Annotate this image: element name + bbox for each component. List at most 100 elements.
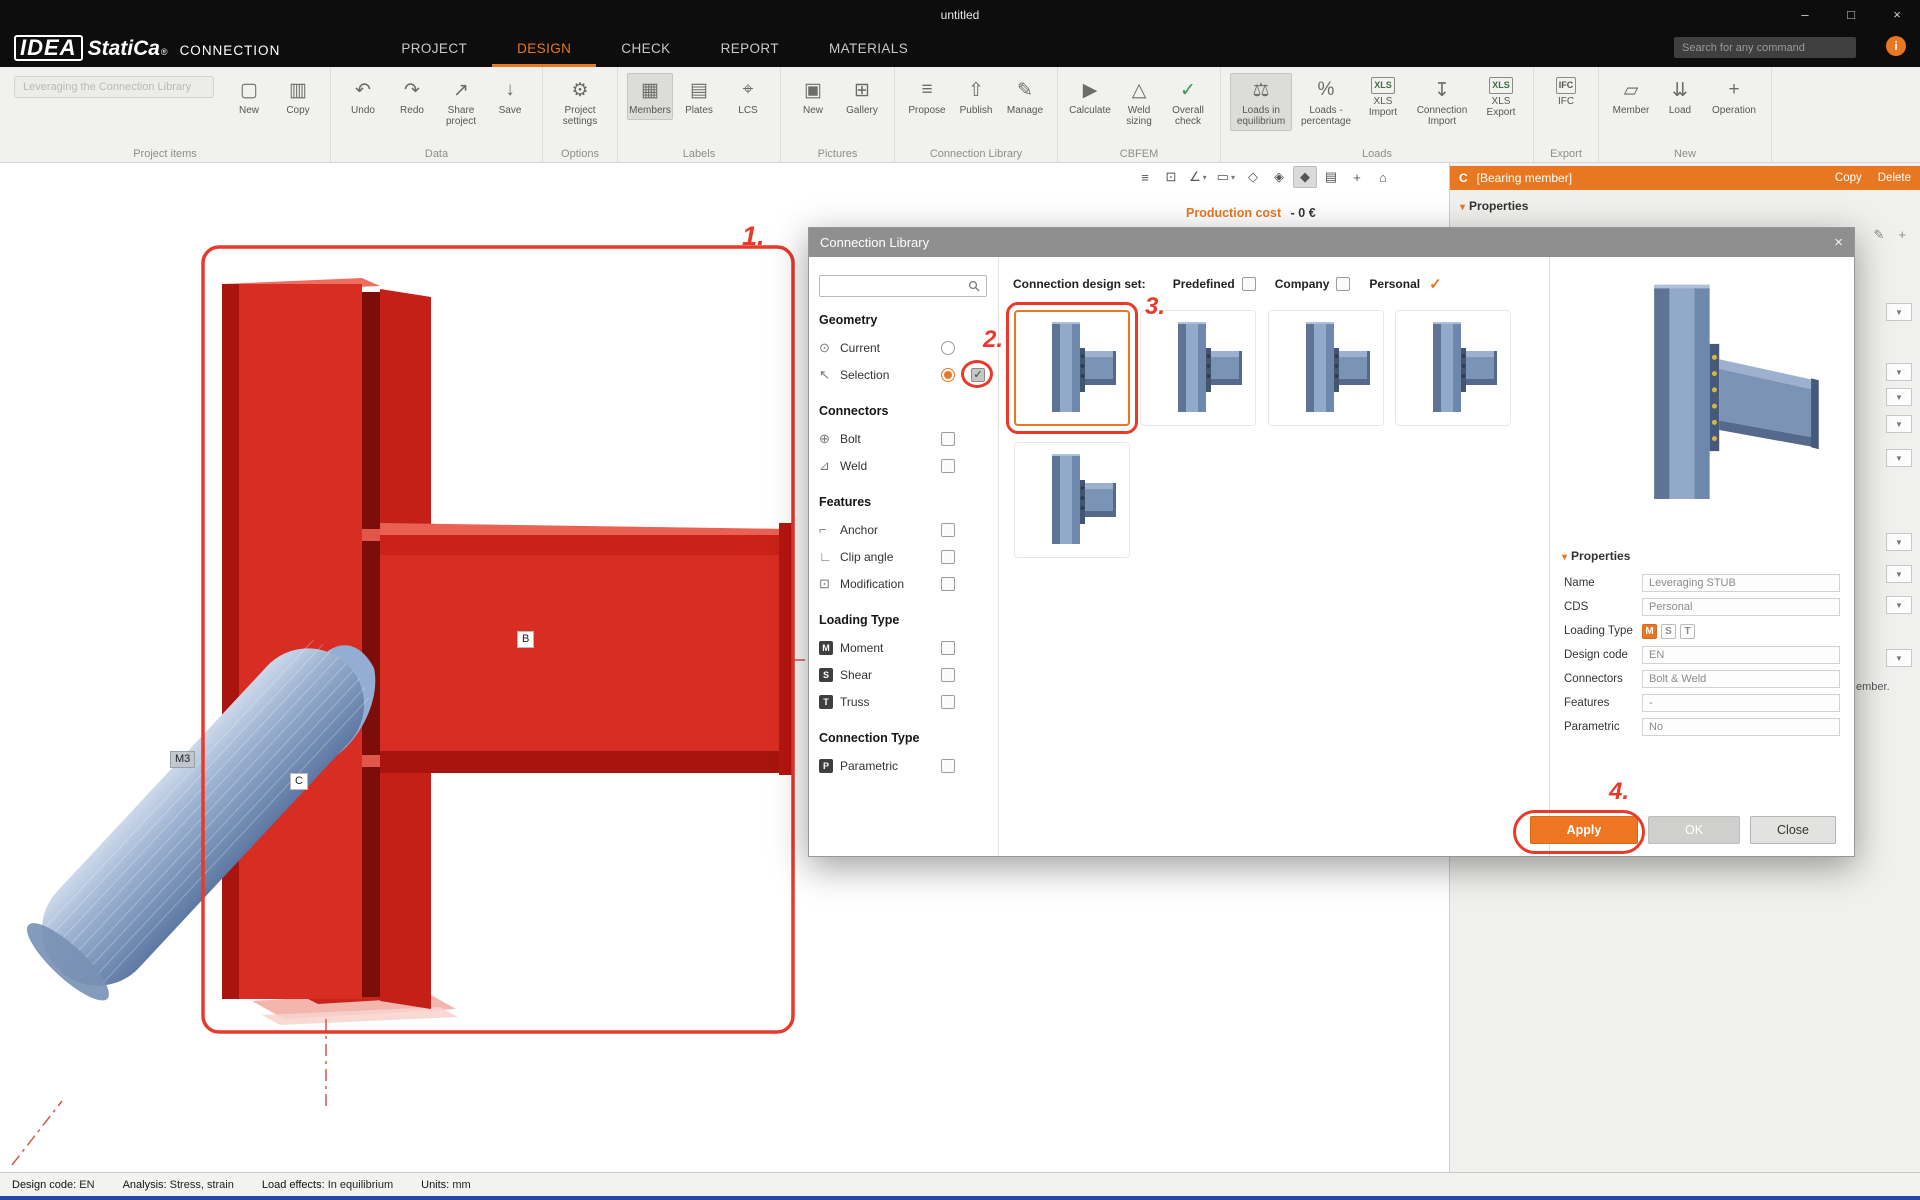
propose-button[interactable]: ≡ Propose bbox=[904, 73, 950, 120]
filter-parametric[interactable]: P Parametric bbox=[819, 752, 988, 779]
section-view-icon[interactable]: ≡ bbox=[1133, 166, 1157, 188]
filter-modification[interactable]: ⊡ Modification bbox=[819, 570, 988, 597]
connection-thumbnail-2[interactable] bbox=[1140, 310, 1256, 426]
view-transparent-icon[interactable]: ▤ bbox=[1319, 166, 1343, 188]
close-button[interactable]: × bbox=[1874, 0, 1920, 29]
gallery-button[interactable]: ⊞ Gallery bbox=[839, 73, 885, 120]
connection-thumbnail-1[interactable] bbox=[1014, 310, 1130, 426]
parametric-checkbox[interactable] bbox=[941, 759, 955, 773]
delete-member-button[interactable]: Delete bbox=[1878, 172, 1911, 184]
save-button[interactable]: ↓ Save bbox=[487, 73, 533, 120]
info-icon[interactable]: i bbox=[1886, 36, 1906, 56]
member-label-m3[interactable]: M3 bbox=[170, 751, 195, 768]
copy-button[interactable]: ▥ Copy bbox=[275, 73, 321, 120]
filter-bolt[interactable]: ⊕ Bolt bbox=[819, 425, 988, 452]
home-view-icon[interactable]: ⌂ bbox=[1371, 166, 1395, 188]
property-dropdown[interactable]: ▼ bbox=[1886, 415, 1912, 433]
publish-button[interactable]: ⇧ Publish bbox=[953, 73, 999, 120]
xls-export-button[interactable]: XLS XLS Export bbox=[1478, 73, 1524, 122]
tab-design[interactable]: DESIGN bbox=[492, 29, 596, 67]
design-set-predefined-label[interactable]: Predefined bbox=[1173, 277, 1235, 291]
filter-moment[interactable]: M Moment bbox=[819, 634, 988, 661]
new-operation-button[interactable]: + Operation bbox=[1706, 73, 1762, 120]
members-labels-toggle[interactable]: ▦ Members bbox=[627, 73, 673, 120]
bolt-checkbox[interactable] bbox=[941, 432, 955, 446]
undo-button[interactable]: ↶ Undo bbox=[340, 73, 386, 120]
maximize-button[interactable]: □ bbox=[1828, 0, 1874, 29]
selection-mode-icon[interactable]: ▭▾ bbox=[1213, 166, 1239, 188]
chevron-down-icon[interactable]: ▾ bbox=[1562, 552, 1567, 563]
new-load-button[interactable]: ⇊ Load bbox=[1657, 73, 1703, 120]
overall-check-button[interactable]: ✓ Overall check bbox=[1165, 73, 1211, 131]
filter-anchor[interactable]: ⌐ Anchor bbox=[819, 516, 988, 543]
redo-button[interactable]: ↷ Redo bbox=[389, 73, 435, 120]
tab-report[interactable]: REPORT bbox=[696, 29, 804, 67]
filter-current[interactable]: ⊙ Current bbox=[819, 334, 988, 361]
loads-in-equilibrium-toggle[interactable]: ⚖ Loads in equilibrium bbox=[1230, 73, 1292, 131]
property-dropdown[interactable]: ▼ bbox=[1886, 565, 1912, 583]
copy-member-button[interactable]: Copy bbox=[1835, 172, 1862, 184]
connection-import-button[interactable]: ↧ Connection Import bbox=[1409, 73, 1475, 131]
dialog-title-bar[interactable]: Connection Library × bbox=[809, 228, 1854, 257]
shear-checkbox[interactable] bbox=[941, 668, 955, 682]
library-search-input[interactable] bbox=[826, 280, 968, 292]
close-dialog-button[interactable]: Close bbox=[1750, 816, 1836, 844]
calculate-button[interactable]: ▶ Calculate bbox=[1067, 73, 1113, 120]
filter-truss[interactable]: T Truss bbox=[819, 688, 988, 715]
personal-check-icon[interactable]: ✓ bbox=[1429, 275, 1442, 293]
property-dropdown[interactable]: ▼ bbox=[1886, 449, 1912, 467]
tab-materials[interactable]: MATERIALS bbox=[804, 29, 933, 67]
edit-icon[interactable]: ✎ bbox=[1874, 227, 1885, 243]
plates-labels-toggle[interactable]: ▤ Plates bbox=[676, 73, 722, 120]
property-dropdown[interactable]: ▼ bbox=[1886, 303, 1912, 321]
apply-button[interactable]: Apply bbox=[1530, 816, 1638, 844]
view-wireframe-icon[interactable]: ◇ bbox=[1241, 166, 1265, 188]
property-dropdown[interactable]: ▼ bbox=[1886, 596, 1912, 614]
command-search-input[interactable]: Search for any command bbox=[1674, 37, 1856, 58]
property-dropdown[interactable]: ▼ bbox=[1886, 649, 1912, 667]
measure-icon[interactable]: ∠▾ bbox=[1185, 166, 1211, 188]
tab-check[interactable]: CHECK bbox=[596, 29, 695, 67]
property-dropdown[interactable]: ▼ bbox=[1886, 533, 1912, 551]
manage-button[interactable]: ✎ Manage bbox=[1002, 73, 1048, 120]
new-picture-button[interactable]: ▣ New bbox=[790, 73, 836, 120]
ifc-export-button[interactable]: IFC IFC bbox=[1543, 73, 1589, 111]
selection-radio[interactable] bbox=[941, 368, 955, 382]
ok-button[interactable]: OK bbox=[1648, 816, 1740, 844]
zoom-extents-icon[interactable]: ⊡ bbox=[1159, 166, 1183, 188]
property-dropdown[interactable]: ▼ bbox=[1886, 388, 1912, 406]
weld-checkbox[interactable] bbox=[941, 459, 955, 473]
filter-clip-angle[interactable]: ∟ Clip angle bbox=[819, 543, 988, 570]
new-member-button[interactable]: ▱ Member bbox=[1608, 73, 1654, 120]
filter-shear[interactable]: S Shear bbox=[819, 661, 988, 688]
add-icon[interactable]: + bbox=[1898, 227, 1906, 243]
tab-project[interactable]: PROJECT bbox=[376, 29, 492, 67]
view-axes-icon[interactable]: + bbox=[1345, 166, 1369, 188]
weld-sizing-button[interactable]: △ Weld sizing bbox=[1116, 73, 1162, 131]
library-search-box[interactable] bbox=[819, 275, 987, 297]
member-label-c[interactable]: C bbox=[290, 773, 308, 790]
selection-checkbox[interactable]: ✓ bbox=[971, 368, 985, 382]
new-project-item-button[interactable]: ▢ New bbox=[226, 73, 272, 120]
lcs-labels-toggle[interactable]: ⌖ LCS bbox=[725, 73, 771, 120]
property-dropdown[interactable]: ▼ bbox=[1886, 363, 1912, 381]
member-label-b[interactable]: B bbox=[517, 631, 534, 648]
view-solid-icon[interactable]: ◆ bbox=[1293, 166, 1317, 188]
anchor-checkbox[interactable] bbox=[941, 523, 955, 537]
loads-percentage-button[interactable]: % Loads - percentage bbox=[1295, 73, 1357, 131]
project-settings-button[interactable]: ⚙ Project settings bbox=[552, 73, 608, 131]
xls-import-button[interactable]: XLS XLS Import bbox=[1360, 73, 1406, 122]
chevron-down-icon[interactable]: ▾ bbox=[1460, 202, 1465, 213]
view-hidden-icon[interactable]: ◈ bbox=[1267, 166, 1291, 188]
modification-checkbox[interactable] bbox=[941, 577, 955, 591]
design-set-company-label[interactable]: Company bbox=[1275, 277, 1330, 291]
company-checkbox[interactable] bbox=[1336, 277, 1350, 291]
dialog-close-icon[interactable]: × bbox=[1834, 234, 1843, 251]
predefined-checkbox[interactable] bbox=[1242, 277, 1256, 291]
filter-selection[interactable]: ↖ Selection ✓ bbox=[819, 361, 988, 388]
current-radio[interactable] bbox=[941, 341, 955, 355]
share-project-button[interactable]: ↗ Share project bbox=[438, 73, 484, 131]
minimize-button[interactable]: – bbox=[1782, 0, 1828, 29]
moment-checkbox[interactable] bbox=[941, 641, 955, 655]
connection-thumbnail-3[interactable] bbox=[1268, 310, 1384, 426]
